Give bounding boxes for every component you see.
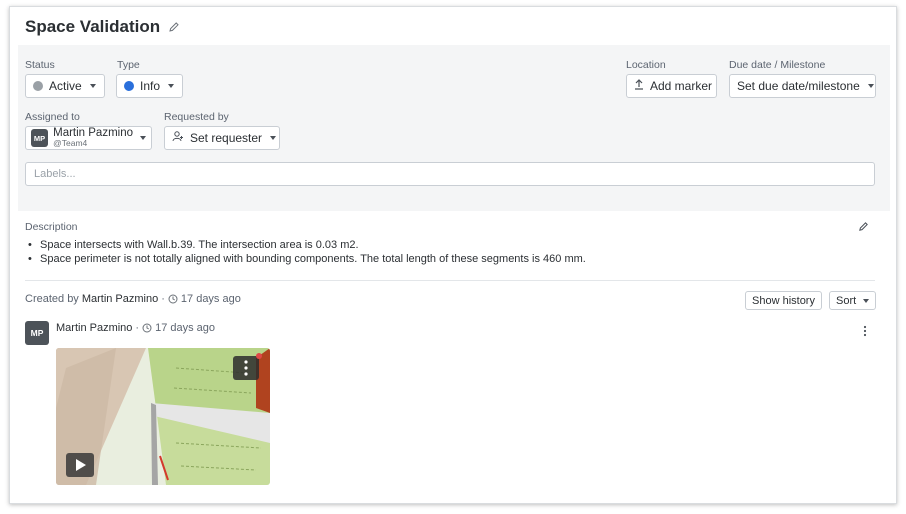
labels-input[interactable]: Labels... xyxy=(25,162,875,186)
description-item: Space perimeter is not totally aligned w… xyxy=(28,252,868,266)
pencil-icon[interactable] xyxy=(858,221,869,235)
avatar: MP xyxy=(25,321,49,345)
chevron-down-icon xyxy=(140,136,146,140)
type-dot-icon xyxy=(124,81,134,91)
due-date-value: Set due date/milestone xyxy=(737,79,860,93)
person-add-icon xyxy=(172,131,184,145)
status-dot-icon xyxy=(33,81,43,91)
assignee-dropdown[interactable]: MP Martin Pazmino @Team4 xyxy=(25,126,152,150)
status-label: Status xyxy=(25,59,55,71)
description-list: Space intersects with Wall.b.39. The int… xyxy=(28,238,868,266)
requester-dropdown[interactable]: Set requester xyxy=(164,126,280,150)
chevron-down-icon xyxy=(863,298,870,303)
type-dropdown[interactable]: Info xyxy=(116,74,183,98)
type-value: Info xyxy=(140,79,161,93)
type-label: Type xyxy=(117,59,140,71)
video-thumbnail[interactable] xyxy=(56,348,270,485)
separator: · xyxy=(161,293,165,305)
comment-avatar: MP xyxy=(25,321,49,345)
clock-icon xyxy=(168,294,178,304)
comment-meta: Martin Pazmino · 17 days ago xyxy=(56,322,215,334)
created-prefix: Created by xyxy=(25,293,79,305)
created-ago: 17 days ago xyxy=(180,293,241,305)
add-marker-button[interactable]: Add marker xyxy=(626,74,717,98)
divider xyxy=(25,280,875,281)
avatar: MP xyxy=(31,129,49,147)
chevron-down-icon xyxy=(270,136,277,140)
chevron-down-icon xyxy=(168,84,175,88)
status-value: Active xyxy=(49,79,82,93)
page-title: Space Validation xyxy=(25,17,161,36)
due-date-label: Due date / Milestone xyxy=(729,59,826,71)
chevron-down-icon xyxy=(89,84,96,88)
due-date-dropdown[interactable]: Set due date/milestone xyxy=(729,74,876,98)
sort-dropdown[interactable]: Sort xyxy=(829,291,877,310)
assignee-team: @Team4 xyxy=(53,138,88,148)
description-item: Space intersects with Wall.b.39. The int… xyxy=(28,238,868,252)
comment-ago: 17 days ago xyxy=(155,322,216,334)
created-by-line: Created by Martin Pazmino · 17 days ago xyxy=(25,293,241,305)
comment-author[interactable]: Martin Pazmino xyxy=(56,322,132,334)
more-vertical-icon[interactable] xyxy=(859,324,871,338)
status-dropdown[interactable]: Active xyxy=(25,74,105,98)
sort-label: Sort xyxy=(836,294,857,307)
assignee-text: Martin Pazmino @Team4 xyxy=(53,127,133,148)
issue-panel: Space Validation Status Active Type Info… xyxy=(9,6,897,504)
assigned-to-label: Assigned to xyxy=(25,111,80,123)
show-history-button[interactable]: Show history xyxy=(745,291,822,310)
created-by-name[interactable]: Martin Pazmino xyxy=(82,293,158,305)
title-row: Space Validation xyxy=(25,15,180,39)
requester-value: Set requester xyxy=(190,131,263,145)
description-label: Description xyxy=(25,221,78,233)
clock-icon xyxy=(142,323,152,333)
requested-by-label: Requested by xyxy=(164,111,229,123)
chevron-down-icon xyxy=(867,84,874,88)
separator: · xyxy=(135,322,140,334)
properties-section: Status Active Type Info Location Add mar… xyxy=(18,45,890,211)
location-label: Location xyxy=(626,59,666,71)
pencil-icon[interactable] xyxy=(168,21,180,33)
add-marker-label: Add marker xyxy=(650,79,713,93)
upload-icon xyxy=(634,79,644,93)
